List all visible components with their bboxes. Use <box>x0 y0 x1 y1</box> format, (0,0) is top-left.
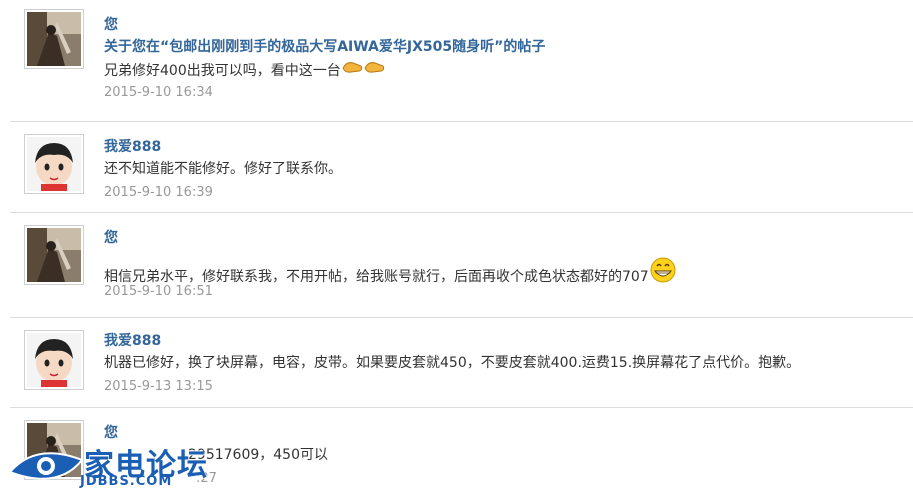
cartoon-avatar <box>27 333 81 387</box>
message-text: 相信兄弟水平，修好联系我，不用开帖，给我账号就行，后面再收个成色状态都好的707 <box>104 257 903 285</box>
message-text: 兄弟修好400出我可以吗，看中这一台 <box>104 58 903 80</box>
user-photo-avatar <box>27 228 81 282</box>
timestamp: 2015-9-13 13:15 <box>104 379 213 394</box>
author-name[interactable]: 您 <box>104 14 903 36</box>
watermark-logo: 家电论坛 JDBBS.COM <box>6 438 216 496</box>
grin-icon <box>649 257 677 290</box>
timestamp: 2015-9-10 16:34 <box>104 85 213 100</box>
watermark-url: JDBBS.COM <box>80 474 173 489</box>
message-item: 您 相信兄弟水平，修好联系我，不用开帖，给我账号就行，后面再收个成色状态都好的7… <box>10 213 913 318</box>
author-name[interactable]: 我爱888 <box>104 330 903 352</box>
user-photo-avatar <box>27 12 81 66</box>
message-item: 您 关于您在“包邮出刚刚到手的极品大写AIWA爱华JX505随身听”的帖子 兄弟… <box>10 0 913 122</box>
author-name[interactable]: 您 <box>104 422 903 444</box>
timestamp: 2015-9-10 16:39 <box>104 185 213 200</box>
thread-subject-link[interactable]: 关于您在“包邮出刚刚到手的极品大写AIWA爱华JX505随身听”的帖子 <box>104 36 903 58</box>
avatar[interactable] <box>24 9 84 69</box>
author-name[interactable]: 您 <box>104 227 903 249</box>
cartoon-avatar <box>27 137 81 191</box>
message-item: 我爱888 还不知道能不能修好。修好了联系你。 2015-9-10 16:39 <box>10 122 913 213</box>
avatar[interactable] <box>24 330 84 390</box>
avatar[interactable] <box>24 225 84 285</box>
message-item: 我爱888 机器已修好，换了块屏幕，电容，皮带。如果要皮套就450，不要皮套就4… <box>10 318 913 408</box>
message-body: 兄弟修好400出我可以吗，看中这一台 <box>104 63 341 79</box>
author-name[interactable]: 我爱888 <box>104 136 903 158</box>
message-text: 还不知道能不能修好。修好了联系你。 <box>104 161 342 177</box>
timestamp: :27 <box>196 471 217 486</box>
avatar[interactable] <box>24 134 84 194</box>
handshake-icon <box>341 58 387 85</box>
eye-logo-icon <box>8 452 84 480</box>
message-text: 29517609，450可以 <box>104 444 903 466</box>
message-text: 机器已修好，换了块屏幕，电容，皮带。如果要皮套就450，不要皮套就400.运费1… <box>104 355 801 371</box>
